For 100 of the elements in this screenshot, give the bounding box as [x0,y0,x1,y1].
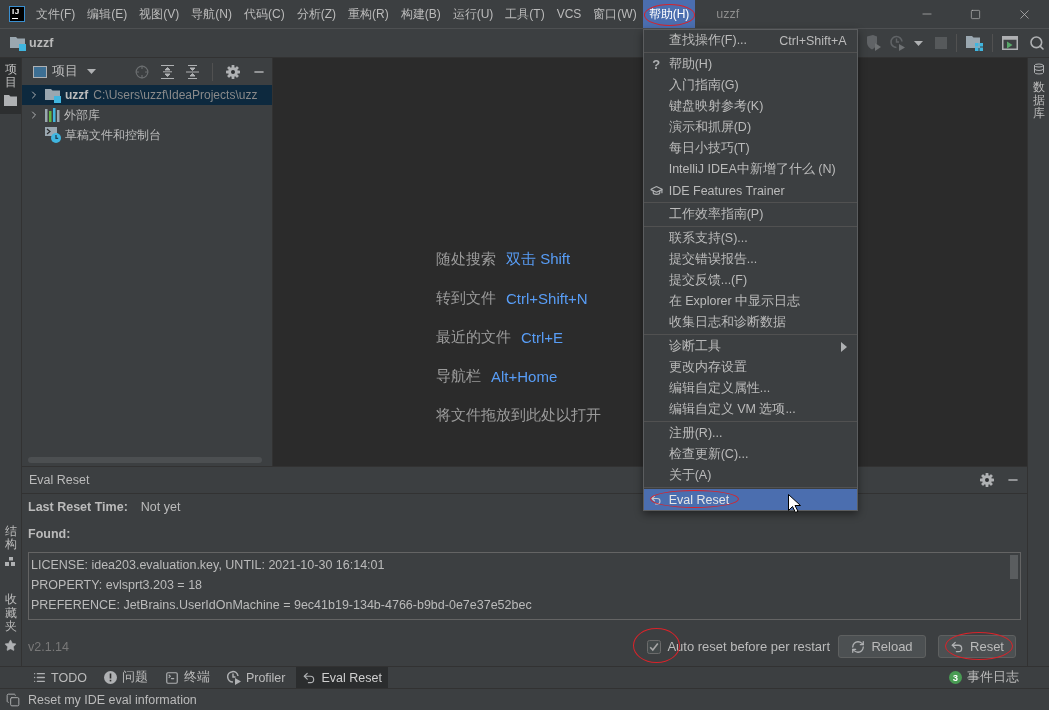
module-folder-icon [10,35,26,51]
caret-icon [87,69,96,74]
refresh-icon [851,639,866,654]
menu-item[interactable]: 运行(U) [446,0,500,28]
run-window-icon[interactable] [1002,36,1018,50]
menu-item[interactable]: 导航(N) [185,0,238,28]
menu-item[interactable]: 文件(F) [30,0,82,28]
window-toggle-icon[interactable] [6,692,20,707]
menu-item[interactable]: ? 帮助(H) [643,54,857,75]
undo-arrow-icon [302,670,317,685]
tree-item-label: 外部库 [64,106,100,124]
menu-item[interactable]: 编辑自定义属性... [643,378,857,399]
text-line: PREFERENCE: JetBrains.UserIdOnMachine = 9ec41b19-134b-4766-b9bd-0e7e37e52bec [31,597,533,614]
menu-item[interactable]: 联系支持(S)... [643,228,857,249]
menu-item[interactable]: 诊断工具 [643,336,857,357]
search-icon[interactable] [1029,35,1045,51]
collapse-all-icon[interactable] [186,64,199,79]
tree-item-label: uzzf [65,88,89,102]
maximize-icon[interactable] [970,8,981,20]
vertical-scrollbar [1009,555,1018,579]
menu-item[interactable]: 收集日志和诊断数据 [643,312,857,333]
list-icon [33,671,46,684]
menu-item[interactable]: 提交反馈...(F) [643,270,857,291]
crosshair-icon[interactable] [135,64,149,79]
settings-icon[interactable] [226,64,240,79]
version-label: v2.1.14 [28,639,69,654]
database-icon [1032,63,1045,75]
tool-window-tab[interactable]: 终端 [158,667,216,688]
app-logo: IJ [9,6,25,22]
hint-label: 转到文件 [436,289,496,308]
reload-button[interactable]: Reload [838,635,926,658]
menu-item[interactable]: 在 Explorer 中显示日志 [643,291,857,312]
library-bars-icon [45,108,60,122]
expand-all-icon[interactable] [161,64,174,79]
clock-play-icon [226,670,241,685]
menu-item[interactable]: 查找操作(F)... Ctrl+Shift+A [643,30,857,51]
menu-item[interactable]: 编辑自定义 VM 选项... [643,399,857,420]
menu-item[interactable]: 注册(R)... [643,423,857,444]
tool-window-tab[interactable]: 问题 [97,667,154,688]
tree-row[interactable]: 草稿文件和控制台 [22,125,272,145]
event-count: 3 [949,671,962,684]
tool-window-tab[interactable]: 项目 [0,58,21,115]
menu-item[interactable]: 检查更新(C)... [643,444,857,465]
text-line: PROPERTY: evlsprt3.203 = 18 [31,577,204,594]
menu-item[interactable]: 工作效率指南(P) [643,204,857,225]
hint-label: 随处搜索 [436,250,496,269]
shield-play-icon[interactable] [866,35,882,51]
field-label: Last Reset Time: [28,500,128,514]
tool-window-tab[interactable]: 数据库 [1028,58,1049,129]
menu-item[interactable]: 提交错误报告... [643,249,857,270]
menu-item[interactable]: 入门指南(G) [643,75,857,96]
menu-item[interactable]: IntelliJ IDEA中新增了什么 (N) [643,159,857,180]
menu-item[interactable]: 代码(C) [238,0,291,28]
hint-label: 导航栏 [436,367,481,386]
tree-row[interactable]: 外部库 [22,105,272,125]
menu-item[interactable]: 视图(V) [133,0,186,28]
breadcrumb-item[interactable]: uzzf [10,35,54,51]
hint-label: 将文件拖放到此处以打开 [436,406,601,425]
field-value: Not yet [140,500,181,514]
tool-window-tab[interactable]: 收藏夹 [0,588,21,660]
scratch-clock-icon [45,127,61,143]
question-mark-icon: ? [652,58,661,71]
menu-item[interactable]: 重构(R) [342,0,395,28]
tool-window-tab[interactable]: Eval Reset [296,667,388,688]
menu-item[interactable]: 窗口(W) [587,0,643,28]
menu-item[interactable]: 工具(T) [499,0,551,28]
menu-item[interactable]: VCS [550,0,588,28]
caret-icon[interactable] [914,40,923,46]
tree-row[interactable]: uzzf C:\Users\uzzf\IdeaProjects\uzz [22,85,272,105]
menu-item[interactable]: 构建(B) [394,0,447,28]
menu-item[interactable]: Eval Reset [643,489,857,510]
reset-button[interactable]: Reset [938,635,1016,658]
settings-icon[interactable] [980,473,994,487]
tool-window-title: Eval Reset [29,473,90,487]
shortcut-text: Ctrl+Shift+A [779,33,847,48]
hint-shortcut: 双击 Shift [506,250,571,269]
menu-item[interactable]: 每日小技巧(T) [643,138,857,159]
folder-icon [4,95,17,107]
menu-item[interactable]: 帮助(H) [642,0,696,28]
menu-item[interactable]: 演示和抓屏(D) [643,117,857,138]
menu-item[interactable]: 分析(Z) [290,0,342,28]
alert-icon [103,671,117,684]
clock-play-icon[interactable] [890,35,906,51]
checkbox[interactable] [647,639,662,654]
menu-item[interactable]: 键盘映射参考(K) [643,96,857,117]
tool-window-tab[interactable]: Profiler [220,667,292,688]
menu-item[interactable]: 关于(A) [643,465,857,486]
submenu-arrow-icon [840,341,847,352]
event-log-link[interactable]: 事件日志 [967,669,1019,686]
field-label: Found: [28,527,71,541]
undo-arrow-icon [950,639,964,654]
menu-item[interactable]: IDE Features Trainer [643,180,857,201]
menu-item[interactable]: 更改内存设置 [643,357,857,378]
project-structure-icon[interactable] [966,35,983,51]
mouse-pointer-icon [787,494,801,513]
tool-window-tab[interactable]: 结构 [0,520,21,575]
view-selector[interactable]: 项目 [33,63,96,80]
menu-item[interactable]: 编辑(E) [81,0,134,28]
tool-window-tab[interactable]: TODO [27,667,93,688]
star-icon [4,639,17,652]
